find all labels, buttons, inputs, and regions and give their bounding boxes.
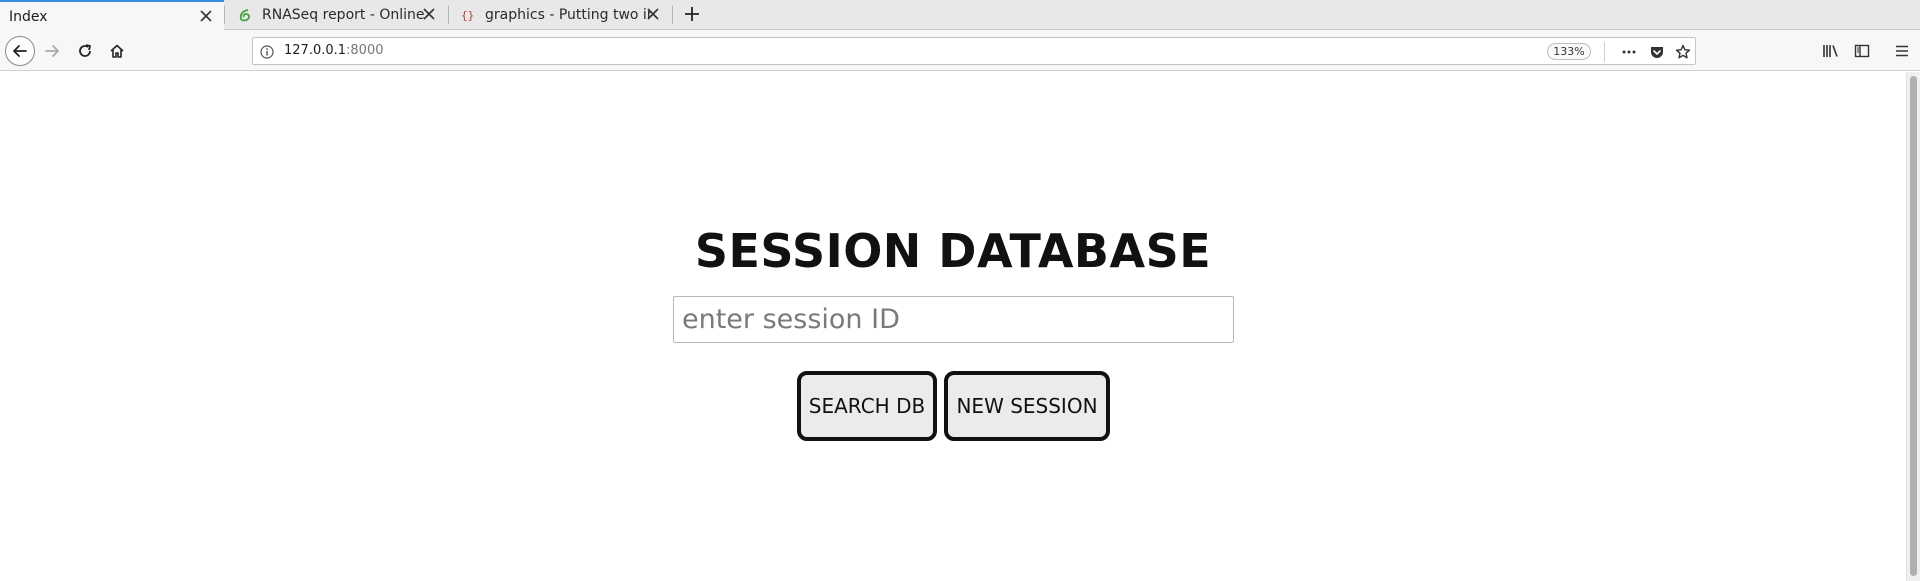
page-viewport: SESSION DATABASE SEARCH DB NEW SESSION (0, 72, 1906, 581)
browser-window: Index RNASeq report - Online L {} graphi… (0, 0, 1920, 581)
main-menu-button[interactable] (1888, 37, 1916, 65)
url-text: 127.0.0.1:8000 (284, 43, 384, 58)
tab-strip: Index RNASeq report - Online L {} graphi… (0, 0, 1920, 31)
overleaf-icon (237, 7, 253, 23)
page-actions-icon[interactable] (1621, 44, 1637, 60)
url-port: :8000 (346, 43, 384, 58)
plus-icon (685, 7, 699, 21)
forward-button[interactable] (38, 37, 66, 65)
braces-icon: {} (460, 7, 476, 23)
reload-button[interactable] (71, 37, 99, 65)
back-button[interactable] (5, 36, 35, 66)
close-tab-icon[interactable] (645, 7, 661, 23)
site-info-icon[interactable] (260, 44, 274, 63)
forward-arrow-icon (45, 45, 59, 57)
library-icon (1823, 45, 1838, 57)
reload-icon (79, 44, 91, 57)
search-db-button[interactable]: SEARCH DB (797, 371, 937, 441)
library-button[interactable] (1817, 37, 1845, 65)
tab-title: Index (9, 8, 48, 25)
url-host: 127.0.0.1 (284, 43, 347, 58)
navigation-toolbar: 127.0.0.1:8000 133% (0, 30, 1920, 71)
page-title: SESSION DATABASE (694, 224, 1212, 278)
tab-title: RNASeq report - Online L (262, 7, 426, 23)
hamburger-menu-icon (1896, 45, 1908, 57)
sidebar-button[interactable] (1848, 37, 1876, 65)
url-separator (1604, 42, 1605, 62)
tab-title: graphics - Putting two ima (485, 7, 650, 23)
vertical-scrollbar[interactable] (1906, 72, 1920, 581)
tab-rnaseq[interactable]: RNASeq report - Online L (225, 0, 447, 30)
close-tab-icon[interactable] (198, 9, 214, 25)
sidebar-icon (1854, 44, 1870, 58)
back-arrow-icon (13, 45, 27, 57)
zoom-level-badge[interactable]: 133% (1547, 43, 1591, 60)
tab-index[interactable]: Index (0, 0, 224, 31)
bookmark-star-icon[interactable] (1675, 44, 1691, 60)
session-id-input[interactable] (673, 296, 1234, 343)
tab-separator (672, 6, 673, 24)
home-icon (110, 44, 124, 58)
svg-text:{}: {} (461, 9, 474, 22)
address-bar[interactable]: 127.0.0.1:8000 133% (252, 37, 1696, 65)
new-session-button[interactable]: NEW SESSION (944, 371, 1110, 441)
pocket-icon[interactable] (1649, 44, 1665, 60)
tab-graphics[interactable]: {} graphics - Putting two ima (449, 0, 671, 30)
scrollbar-thumb[interactable] (1910, 76, 1917, 576)
new-tab-button[interactable] (680, 3, 704, 27)
close-tab-icon[interactable] (421, 7, 437, 23)
home-button[interactable] (103, 37, 131, 65)
